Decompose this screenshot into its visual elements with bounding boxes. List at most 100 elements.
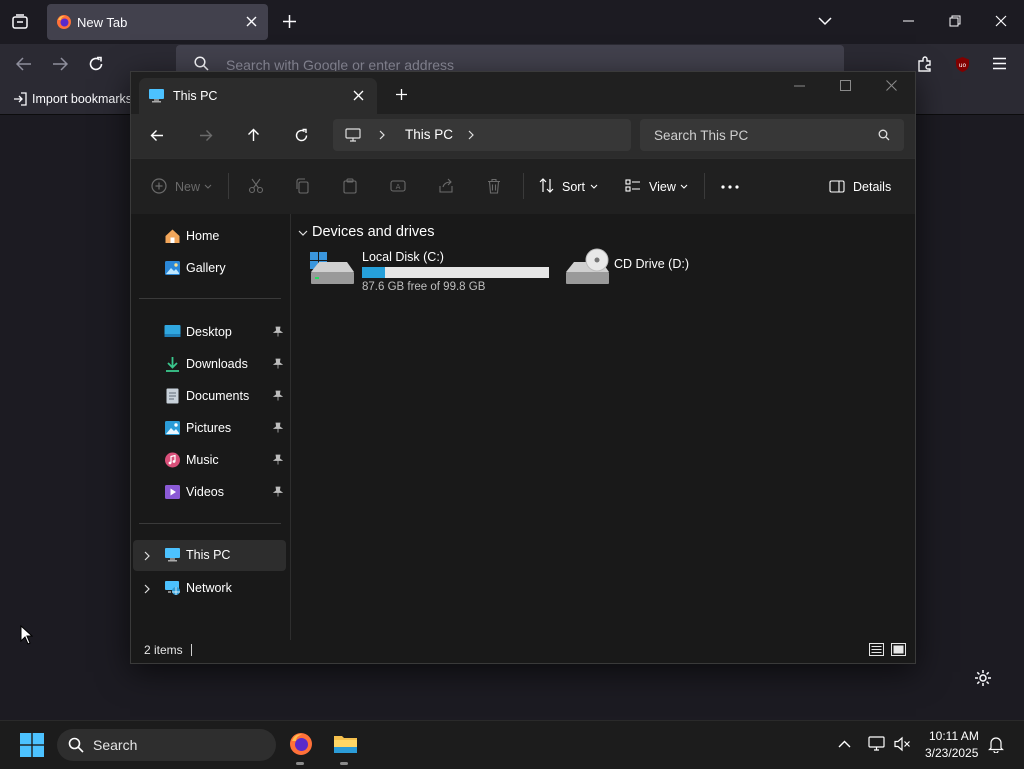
new-plus-circle-icon[interactable]	[151, 178, 167, 194]
pin-icon[interactable]	[273, 454, 283, 465]
browser-tab-bar: New Tab	[0, 0, 1024, 44]
new-button[interactable]: New	[175, 180, 200, 194]
import-bookmarks-link[interactable]: Import bookmarks...	[32, 92, 142, 106]
windows-start-icon[interactable]	[20, 733, 44, 757]
hard-drive-windows-icon	[309, 248, 355, 286]
address-bar[interactable]: This PC	[333, 119, 631, 151]
breadcrumb-chevron-icon[interactable]	[468, 130, 474, 140]
clock-time[interactable]: 10:11 AM	[929, 729, 979, 743]
restore-icon[interactable]	[949, 15, 961, 27]
refresh-icon[interactable]	[294, 128, 309, 143]
nav-divider	[139, 298, 281, 299]
expand-chevron-icon[interactable]	[144, 584, 150, 594]
pin-icon[interactable]	[273, 358, 283, 369]
maximize-icon[interactable]	[840, 80, 851, 91]
details-button[interactable]: Details	[853, 180, 891, 194]
sort-button[interactable]: Sort	[562, 180, 585, 194]
group-title: Devices and drives	[312, 224, 435, 240]
copy-icon[interactable]	[295, 178, 311, 194]
collapse-chevron-icon[interactable]	[298, 230, 308, 236]
nav-item-gallery[interactable]: Gallery	[131, 253, 290, 283]
settings-gear-icon[interactable]	[974, 669, 992, 687]
details-view-icon[interactable]	[869, 643, 884, 656]
close-tab-icon[interactable]	[353, 90, 364, 101]
clock-date[interactable]: 3/23/2025	[925, 746, 978, 760]
paste-clipboard-icon[interactable]	[342, 178, 358, 194]
tab-title: New Tab	[77, 15, 128, 30]
new-tab-plus-icon[interactable]	[282, 14, 297, 29]
video-icon	[164, 484, 181, 500]
explorer-navigation-row: This PC Search This PC	[131, 114, 915, 158]
nav-item-label: Gallery	[186, 261, 226, 275]
nav-item-label: Documents	[186, 389, 250, 403]
nav-item-music[interactable]: Music	[131, 445, 290, 475]
drive-name: Local Disk (C:)	[362, 250, 444, 264]
firefox-taskbar-icon[interactable]	[289, 732, 313, 756]
document-icon	[164, 388, 181, 404]
close-window-icon[interactable]	[886, 80, 897, 91]
toolbar-divider	[704, 173, 705, 199]
volume-muted-icon[interactable]	[894, 736, 911, 752]
reload-icon[interactable]	[88, 56, 104, 72]
close-tab-icon[interactable]	[246, 16, 257, 27]
nav-item-network[interactable]: Network	[131, 573, 290, 603]
nav-item-label: Music	[186, 453, 219, 467]
forward-arrow-icon[interactable]	[199, 129, 213, 142]
nav-item-home[interactable]: Home	[131, 221, 290, 251]
close-window-icon[interactable]	[995, 15, 1007, 27]
pin-icon[interactable]	[273, 486, 283, 497]
up-arrow-icon[interactable]	[247, 128, 260, 142]
sort-arrows-icon[interactable]	[539, 178, 554, 193]
browser-tab-new-tab[interactable]: New Tab	[47, 4, 268, 40]
taskbar-search-box[interactable]: Search	[57, 729, 276, 761]
taskbar: Search 10:11 AM 3/23/2025	[0, 720, 1024, 769]
new-tab-plus-icon[interactable]	[395, 88, 408, 101]
file-explorer-taskbar-icon[interactable]	[333, 733, 358, 755]
nav-item-label: Pictures	[186, 421, 232, 435]
cd-drive-icon	[564, 248, 610, 286]
tab-manager-icon[interactable]	[11, 13, 29, 31]
breadcrumb-chevron-icon[interactable]	[379, 130, 385, 140]
search-box[interactable]: Search This PC	[640, 119, 904, 151]
forward-arrow-icon[interactable]	[52, 57, 68, 71]
nav-item-downloads[interactable]: Downloads	[131, 349, 290, 379]
list-all-tabs-chevron-icon[interactable]	[818, 16, 832, 26]
expand-chevron-icon[interactable]	[144, 551, 150, 561]
hamburger-menu-icon[interactable]	[992, 57, 1007, 70]
rename-icon[interactable]: A	[390, 178, 406, 194]
explorer-tab-this-pc[interactable]: This PC	[139, 78, 377, 114]
nav-item-documents[interactable]: Documents	[131, 381, 290, 411]
devices-and-drives-group-header[interactable]: Devices and drives	[298, 224, 498, 244]
drive-local-disk-c[interactable]: Local Disk (C:) 87.6 GB free of 99.8 GB	[309, 248, 554, 298]
minimize-icon[interactable]	[903, 20, 914, 22]
nav-item-desktop[interactable]: Desktop	[131, 317, 290, 347]
pin-icon[interactable]	[273, 422, 283, 433]
show-hidden-icons-chevron-icon[interactable]	[838, 740, 851, 748]
status-divider	[191, 644, 192, 656]
drive-cd-drive-d[interactable]: CD Drive (D:)	[564, 248, 714, 298]
pin-icon[interactable]	[273, 390, 283, 401]
pin-icon[interactable]	[273, 326, 283, 337]
details-pane-icon[interactable]	[829, 180, 845, 193]
more-options-ellipsis-icon[interactable]	[721, 185, 739, 189]
cut-scissors-icon[interactable]	[248, 178, 264, 194]
view-button[interactable]: View	[649, 180, 676, 194]
share-icon[interactable]	[438, 178, 454, 194]
nav-item-this-pc[interactable]: This PC	[133, 540, 286, 571]
breadcrumb-this-pc[interactable]: This PC	[405, 127, 453, 142]
back-arrow-icon[interactable]	[150, 129, 164, 142]
back-arrow-icon[interactable]	[16, 57, 32, 71]
extensions-icon[interactable]	[917, 56, 933, 72]
taskbar-search-label: Search	[93, 737, 138, 753]
network-status-icon[interactable]	[868, 736, 886, 752]
nav-item-pictures[interactable]: Pictures	[131, 413, 290, 443]
delete-trash-icon[interactable]	[486, 178, 502, 194]
minimize-icon[interactable]	[794, 85, 805, 87]
ublock-origin-icon[interactable]: uo	[954, 56, 971, 73]
large-icons-view-icon[interactable]	[891, 643, 906, 656]
view-list-icon[interactable]	[625, 179, 641, 192]
notification-bell-icon[interactable]	[988, 736, 1004, 753]
nav-item-videos[interactable]: Videos	[131, 477, 290, 507]
nav-item-label: Videos	[186, 485, 224, 499]
drive-name: CD Drive (D:)	[614, 257, 689, 271]
